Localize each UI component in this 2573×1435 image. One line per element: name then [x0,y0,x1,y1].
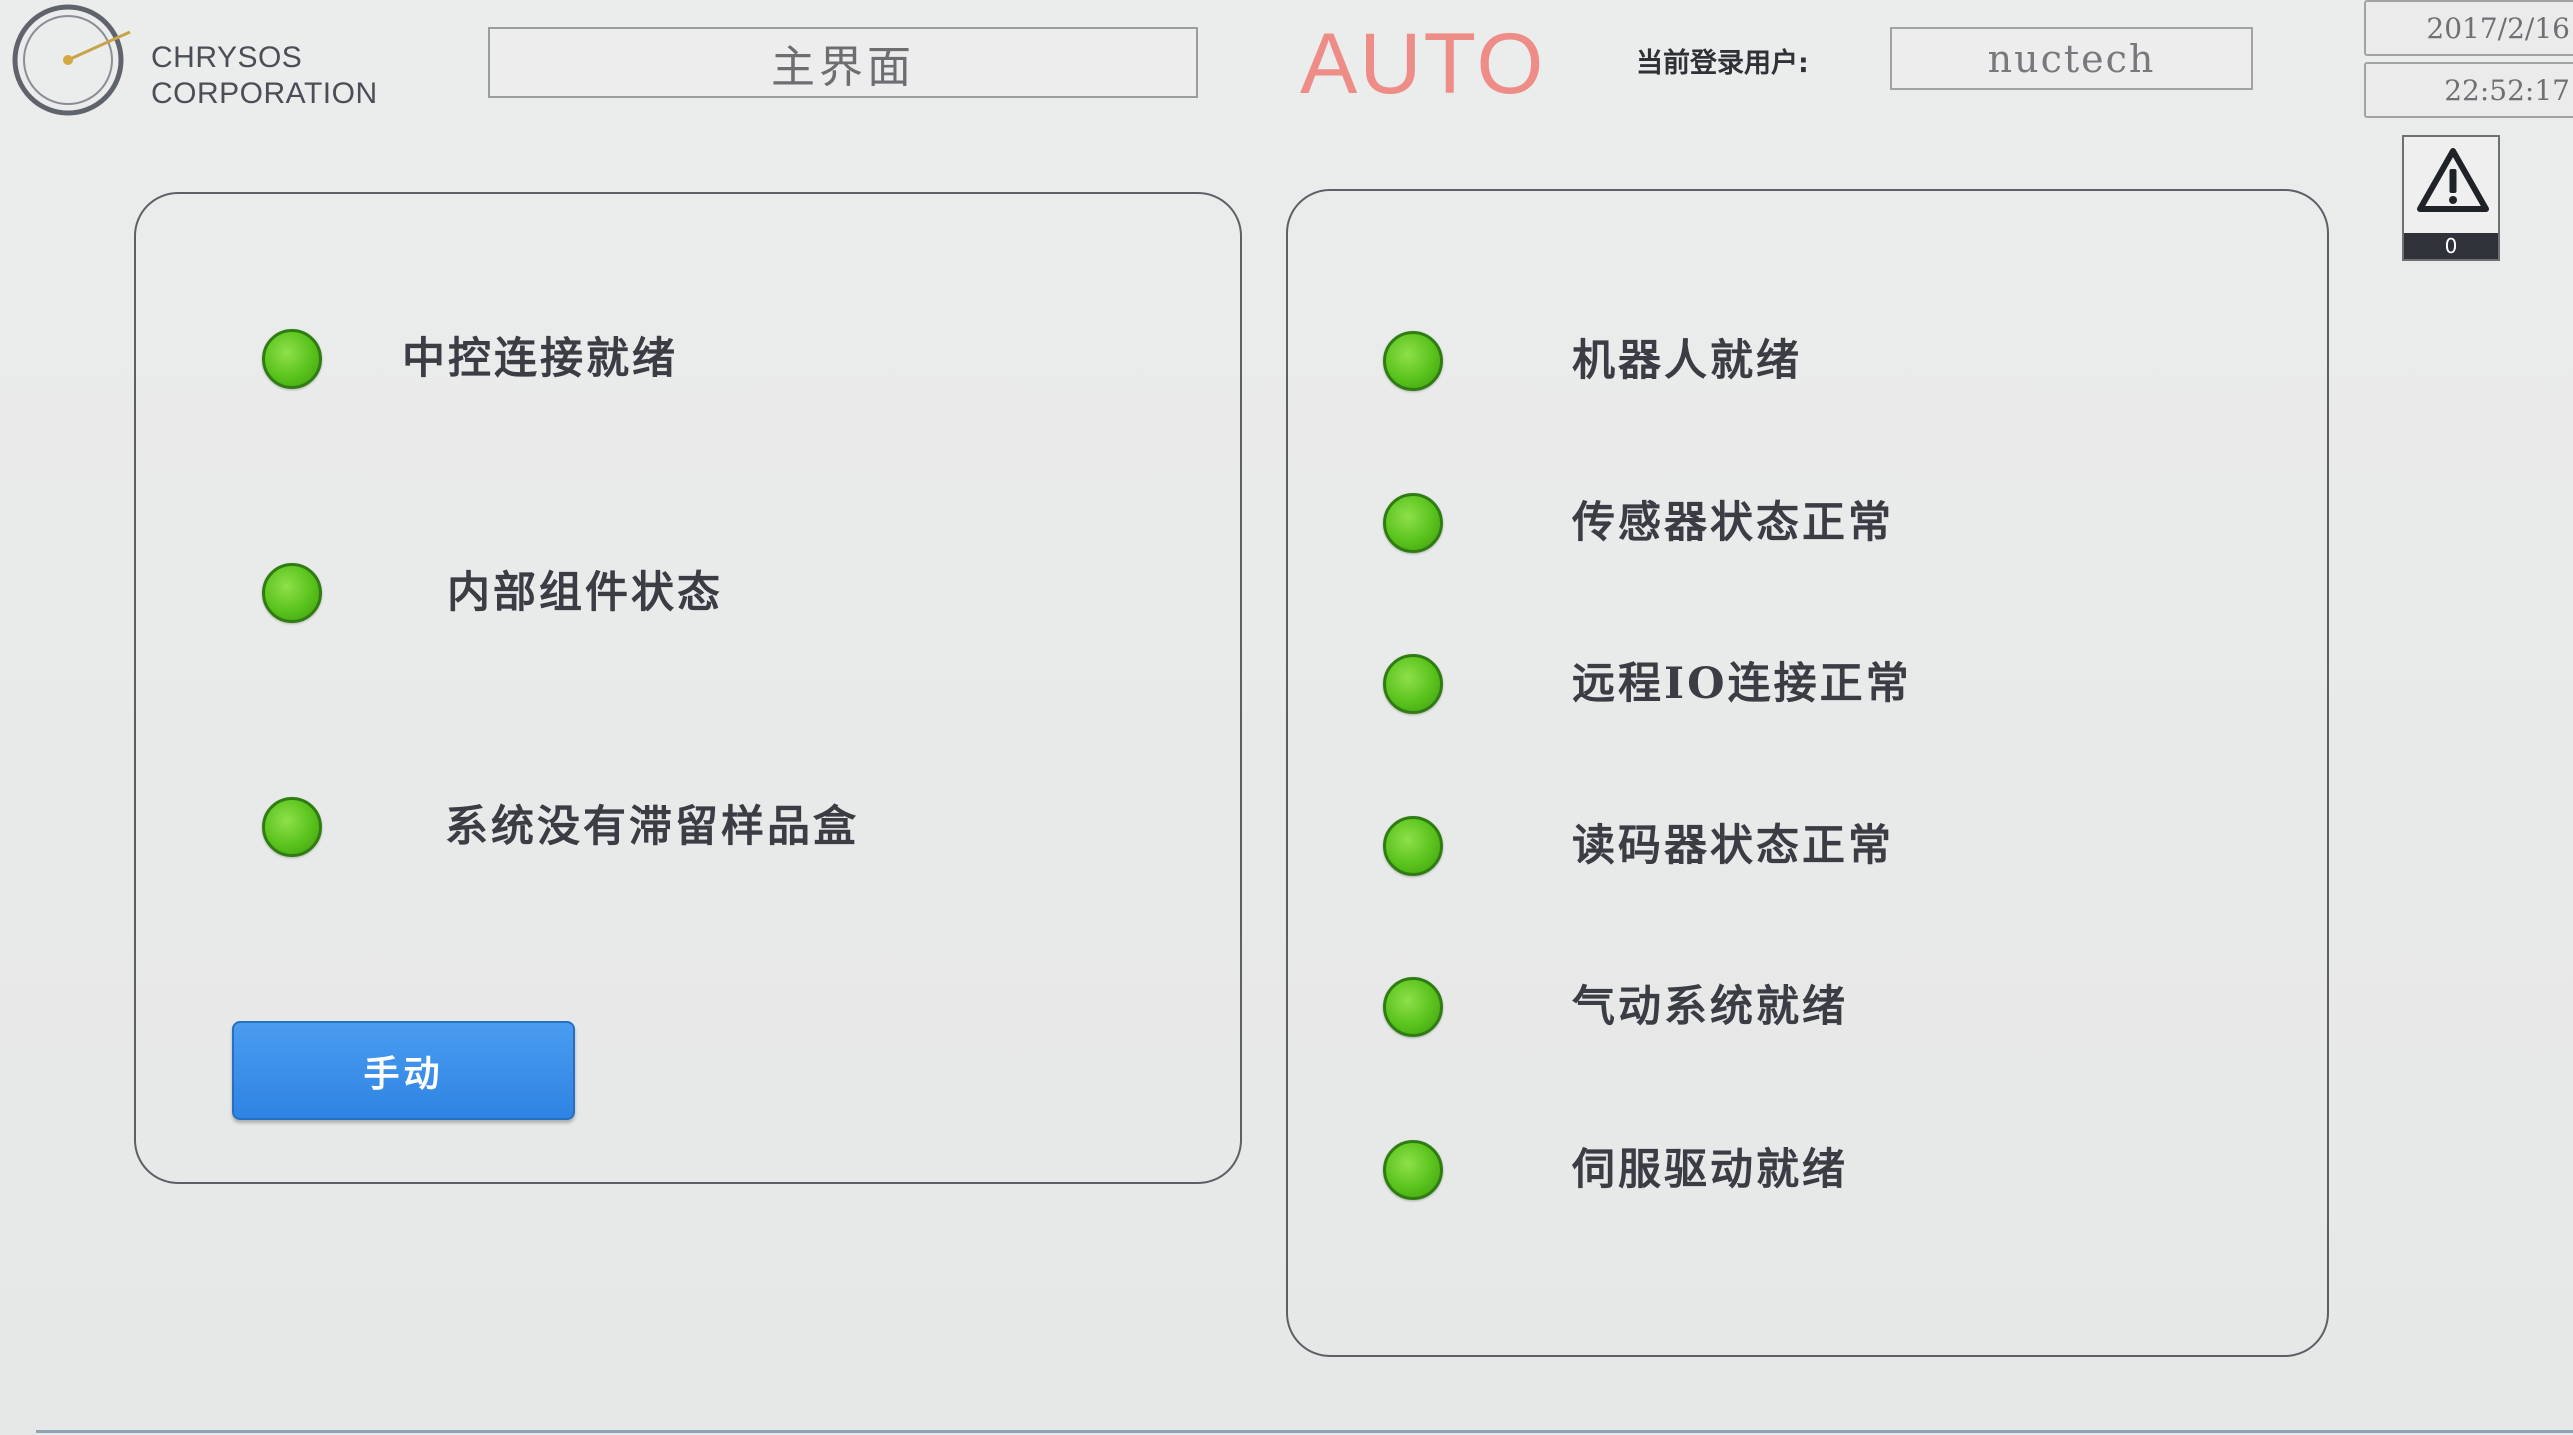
date-display: 2017/2/16 [2364,0,2573,56]
status-label: 传感器状态正常 [1572,498,1894,548]
hmi-screen: CHRYSOS CORPORATION 主界面 AUTO 当前登录用户: nuc… [0,0,2573,1435]
alarm-count: 0 [2404,233,2498,259]
alarm-button[interactable]: 0 [2402,135,2500,261]
status-led-icon [262,797,322,857]
status-led-icon [1383,654,1443,714]
status-led-icon [1383,493,1443,553]
status-led-icon [1383,816,1443,876]
status-label: 内部组件状态 [447,568,723,618]
current-user-label: 当前登录用户: [1636,48,1809,79]
status-label: 气动系统就绪 [1572,982,1848,1032]
mode-indicator: AUTO [1300,16,1546,112]
bottom-divider [36,1430,2573,1433]
status-label: 系统没有滞留样品盒 [445,802,859,852]
status-label: 远程IO连接正常 [1572,659,1912,709]
warning-triangle-icon [2417,148,2489,212]
screen-title: 主界面 [488,27,1198,98]
current-user-field[interactable]: nuctech [1890,27,2253,90]
status-led-icon [262,563,322,623]
logo-line-2: CORPORATION [151,77,378,110]
manual-mode-button[interactable]: 手动 [232,1021,575,1120]
logo-ring-icon [12,4,131,116]
company-logo: CHRYSOS CORPORATION [8,4,408,122]
logo-line-1: CHRYSOS [151,41,303,74]
status-led-icon [1383,1140,1443,1200]
status-led-icon [1383,977,1443,1037]
status-led-icon [1383,331,1443,391]
status-label: 中控连接就绪 [402,334,678,384]
logo-text: CHRYSOS CORPORATION [151,40,378,112]
status-label: 伺服驱动就绪 [1572,1145,1848,1195]
time-display: 22:52:17 [2364,62,2573,118]
status-led-icon [262,329,322,389]
status-label: 机器人就绪 [1572,336,1802,386]
status-label: 读码器状态正常 [1572,821,1894,871]
